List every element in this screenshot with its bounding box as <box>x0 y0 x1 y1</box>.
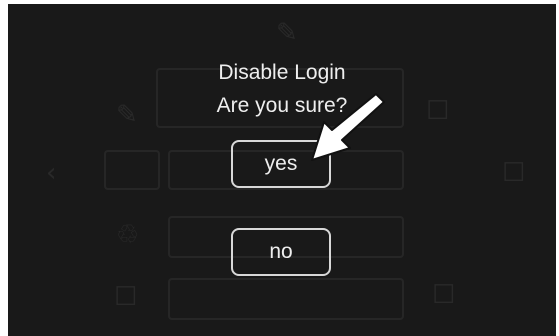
screen: ✎ ✎ ☐ ‹ ☐ ♲ ☐ ☐ Disable Login Are you su… <box>0 0 559 336</box>
pointer-arrow-icon <box>311 93 385 161</box>
device-panel: ✎ ✎ ☐ ‹ ☐ ♲ ☐ ☐ Disable Login Are you su… <box>8 4 556 336</box>
dialog-question: Are you sure? <box>216 94 348 117</box>
dialog-title: Disable Login <box>218 61 346 84</box>
no-button[interactable]: no <box>231 228 331 276</box>
pointer-arrow-shape <box>311 93 385 161</box>
